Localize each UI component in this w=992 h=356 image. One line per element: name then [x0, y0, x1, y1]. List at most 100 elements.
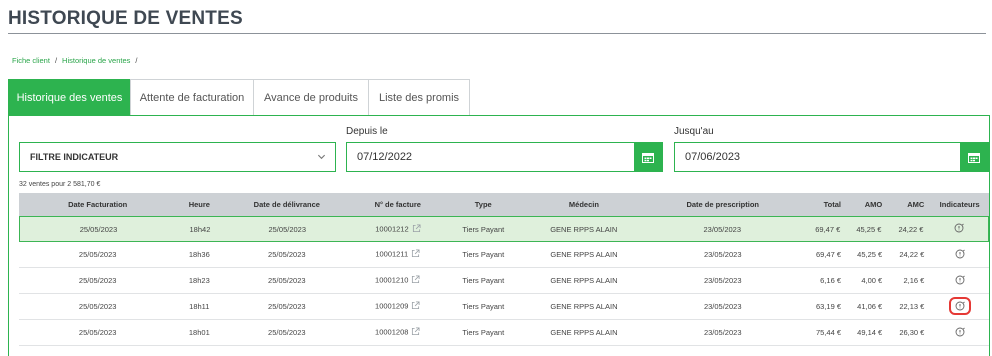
cell-heure-text: 18h36: [188, 250, 210, 259]
jusquau-input[interactable]: [675, 143, 960, 171]
cell-total-text: 63,19 €: [815, 302, 841, 311]
open-invoice-icon[interactable]: [411, 327, 420, 338]
table-row[interactable]: 25/05/2023 18h23 25/05/2023 10001210 Tiers P…: [19, 268, 989, 294]
breadcrumb-separator: /: [135, 56, 138, 65]
sales-summary: 32 ventes pour 2 581,70 €: [19, 181, 101, 188]
cell-type: Tiers Payant: [444, 225, 522, 234]
breadcrumb-historique[interactable]: Historique de ventes: [62, 56, 130, 65]
indicator-info-icon[interactable]: [955, 327, 965, 337]
cell-type: Tiers Payant: [444, 328, 522, 337]
calendar-icon: [642, 152, 654, 163]
cell-numero-facture: 10001210: [351, 275, 444, 286]
col-amo[interactable]: AMO: [847, 200, 888, 209]
col-date-prescription[interactable]: Date de prescription: [646, 200, 800, 209]
cell-date-delivrance-text: 25/05/2023: [268, 250, 306, 259]
tab-liste-promis[interactable]: Liste des promis: [368, 79, 470, 115]
cell-amc: 24,22 €: [888, 250, 930, 259]
table-row[interactable]: 25/05/2023 18h11 25/05/2023 10001209 Tiers P…: [19, 294, 989, 320]
cell-amo-text: 45,25 €: [857, 250, 883, 259]
cell-type: Tiers Payant: [444, 276, 522, 285]
cell-type: Tiers Payant: [444, 250, 522, 259]
cell-amo: 45,25 €: [846, 225, 887, 234]
cell-indicateurs: [930, 296, 989, 315]
cell-medecin-text: GENE RPPS ALAIN: [550, 250, 618, 259]
breadcrumb-separator: /: [54, 56, 58, 65]
col-amc[interactable]: AMC: [888, 200, 930, 209]
cell-date-prescription-text: 23/05/2023: [703, 302, 742, 311]
col-date-facturation[interactable]: Date Facturation: [19, 200, 176, 209]
breadcrumb-fiche-client[interactable]: Fiche client: [12, 56, 50, 65]
cell-medecin-text: GENE RPPS ALAIN: [550, 276, 618, 285]
open-invoice-icon[interactable]: [411, 249, 420, 260]
depuis-le-calendar-button[interactable]: [634, 143, 662, 171]
cell-date-prescription: 23/05/2023: [645, 225, 799, 234]
cell-date-facturation: 25/05/2023: [19, 302, 176, 311]
cell-medecin: GENE RPPS ALAIN: [522, 225, 645, 234]
cell-amc-text: 22,13 €: [899, 302, 925, 311]
calendar-icon: [968, 152, 980, 163]
cell-indicateurs: [930, 327, 989, 339]
cell-total: 75,44 €: [800, 328, 847, 337]
cell-type-text: Tiers Payant: [462, 276, 505, 285]
col-indicateurs: Indicateurs: [939, 200, 980, 209]
cell-indicateurs: [930, 249, 989, 261]
cell-medecin: GENE RPPS ALAIN: [522, 250, 645, 259]
cell-heure: 18h23: [176, 276, 222, 285]
cell-heure: 18h11: [176, 302, 222, 311]
tab-avance-produits[interactable]: Avance de produits: [253, 79, 369, 115]
open-invoice-icon[interactable]: [411, 275, 420, 286]
cell-medecin: GENE RPPS ALAIN: [522, 302, 645, 311]
cell-total: 69,47 €: [799, 225, 846, 234]
tab-attente-facturation[interactable]: Attente de facturation: [130, 79, 254, 115]
cell-date-delivrance: 25/05/2023: [222, 302, 351, 311]
cell-amc: 26,30 €: [888, 328, 930, 337]
cell-amc-text: 24,22 €: [898, 224, 924, 234]
cell-date-prescription: 23/05/2023: [646, 328, 800, 337]
cell-numero-facture-text: 10001209: [375, 301, 409, 311]
col-type[interactable]: Type: [444, 200, 522, 209]
col-total[interactable]: Total: [800, 200, 847, 209]
table-header: Date Facturation Heure Date de délivranc…: [19, 193, 989, 216]
cell-amc-text: 26,30 €: [899, 328, 925, 337]
cell-medecin: GENE RPPS ALAIN: [522, 328, 645, 337]
indicator-info-icon[interactable]: [955, 275, 965, 285]
jusquau-calendar-button[interactable]: [960, 143, 988, 171]
col-heure[interactable]: Heure: [176, 200, 222, 209]
col-date-delivrance[interactable]: Date de délivrance: [222, 200, 351, 209]
cell-date-facturation-text: 25/05/2023: [78, 302, 117, 311]
cell-date-facturation: 25/05/2023: [19, 250, 176, 259]
indicator-info-icon[interactable]: [954, 223, 964, 233]
cell-date-delivrance: 25/05/2023: [222, 276, 351, 285]
filtre-indicateur-select[interactable]: FILTRE INDICATEUR: [19, 142, 336, 172]
col-numero-facture[interactable]: N° de facture: [351, 200, 444, 209]
cell-numero-facture: 10001212: [352, 224, 445, 235]
cell-date-delivrance-text: 25/05/2023: [268, 276, 306, 285]
table-row[interactable]: 25/05/2023 18h36 25/05/2023 10001211 Tiers P…: [19, 242, 989, 268]
cell-indicateurs: [929, 223, 988, 235]
cell-heure-text: 18h42: [189, 224, 211, 234]
cell-type-text: Tiers Payant: [462, 250, 505, 259]
sales-table: Date Facturation Heure Date de délivranc…: [19, 193, 989, 346]
cell-date-prescription-text: 23/05/2023: [703, 276, 742, 285]
col-medecin[interactable]: Médecin: [522, 200, 645, 209]
cell-amo-text: 4,00 €: [861, 276, 883, 285]
table-row[interactable]: 25/05/2023 18h01 25/05/2023 10001208 Tiers P…: [19, 320, 989, 346]
cell-date-facturation-text: 25/05/2023: [78, 276, 117, 285]
cell-amc: 22,13 €: [888, 302, 930, 311]
indicator-info-icon[interactable]: [955, 249, 965, 259]
cell-type-text: Tiers Payant: [462, 328, 505, 337]
cell-date-delivrance-text: 25/05/2023: [268, 224, 307, 234]
cell-amo: 49,14 €: [847, 328, 888, 337]
cell-date-delivrance: 25/05/2023: [222, 250, 351, 259]
cell-date-delivrance-text: 25/05/2023: [268, 302, 306, 311]
open-invoice-icon[interactable]: [412, 223, 421, 235]
table-row[interactable]: 25/05/2023 18h42 25/05/2023 10001212 Tiers P…: [19, 216, 989, 242]
depuis-le-input[interactable]: [347, 143, 634, 171]
cell-total: 6,16 €: [800, 276, 847, 285]
open-invoice-icon[interactable]: [411, 301, 420, 312]
tab-historique-ventes[interactable]: Historique des ventes: [8, 79, 131, 115]
cell-indicateurs: [930, 275, 989, 287]
indicator-info-icon[interactable]: [948, 296, 971, 315]
cell-heure-text: 18h23: [188, 276, 210, 285]
cell-amo: 45,25 €: [847, 250, 888, 259]
